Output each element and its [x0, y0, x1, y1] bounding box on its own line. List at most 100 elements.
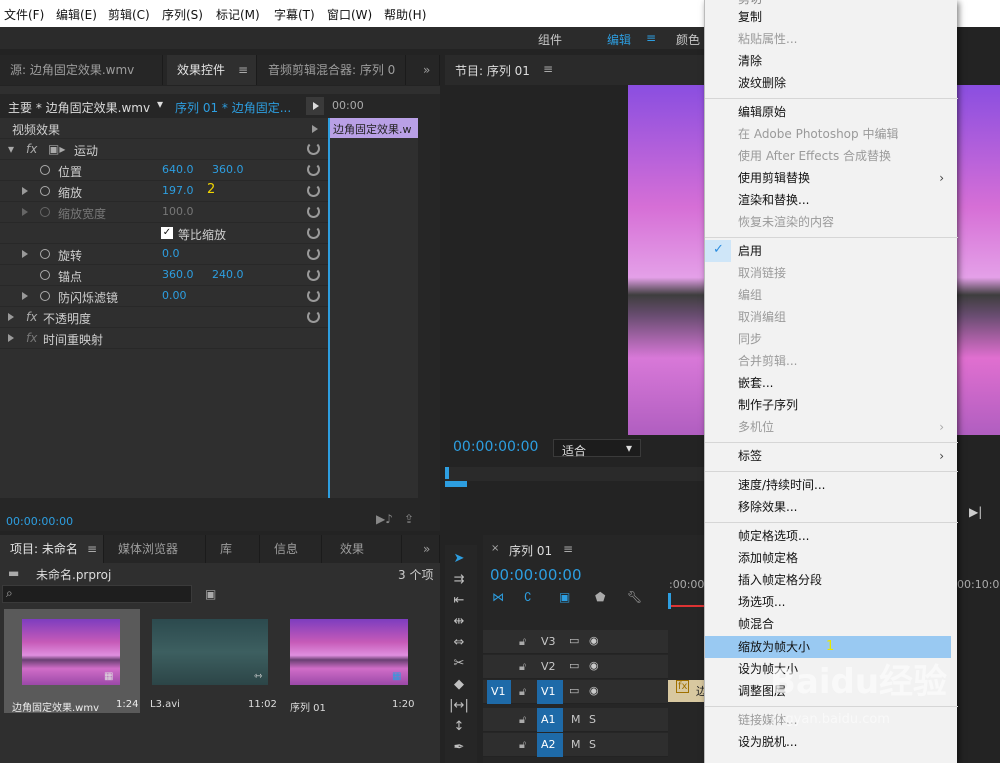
expand-icon[interactable] — [22, 187, 28, 195]
project-item[interactable]: ⇿ L3.avi 11:02 — [142, 609, 278, 713]
overflow-icon[interactable]: » — [415, 535, 440, 563]
track-select-tool-icon[interactable]: ⇉ — [449, 572, 469, 590]
stopwatch-icon[interactable] — [40, 270, 50, 280]
menu-item-add-frame-hold[interactable]: 添加帧定格 — [705, 547, 958, 569]
position-y-value[interactable]: 360.0 — [212, 163, 244, 176]
reset-icon[interactable] — [307, 163, 320, 176]
wrench-icon[interactable]: 🔧︎ — [627, 590, 642, 604]
rate-stretch-tool-icon[interactable]: ⇔ — [449, 635, 469, 653]
reset-icon[interactable] — [307, 310, 320, 323]
sync-lock-icon[interactable]: ▭ — [569, 634, 579, 647]
mini-scrollbar[interactable] — [418, 118, 440, 498]
menu-item-nest[interactable]: 嵌套... — [705, 372, 958, 394]
panel-menu-icon[interactable]: ≡ — [238, 55, 248, 85]
menu-item-render-replace[interactable]: 渲染和替换... — [705, 189, 958, 211]
menu-sequence[interactable]: 序列(S) — [162, 6, 203, 23]
export-icon[interactable]: ⇪ — [404, 512, 414, 526]
panel-menu-icon[interactable]: ≡ — [87, 535, 97, 563]
fx-icon[interactable]: fx — [26, 142, 37, 156]
target-a1[interactable]: A1 — [537, 708, 563, 732]
program-playhead[interactable] — [445, 467, 449, 479]
effect-time-remap[interactable]: fx 时间重映射 — [0, 328, 328, 349]
timeline-clip[interactable]: fx 边 — [668, 680, 707, 702]
effect-opacity[interactable]: fx 不透明度 — [0, 307, 328, 328]
fx-icon[interactable]: fx — [26, 310, 37, 324]
razor-tool-icon[interactable]: ✂ — [449, 656, 469, 674]
menu-item-label[interactable]: 标签 › — [705, 445, 958, 467]
rotation-value[interactable]: 0.0 — [162, 247, 180, 260]
tab-project[interactable]: 项目: 未命名 ≡ — [0, 535, 104, 563]
timeline-title[interactable]: 序列 01 — [509, 542, 552, 559]
tab-effect-controls[interactable]: 效果控件 ≡ — [167, 55, 257, 85]
footer-timecode[interactable]: 00:00:00:00 — [6, 515, 73, 528]
expand-icon[interactable] — [8, 334, 14, 342]
effect-motion[interactable]: ▾ fx ▣▸ 运动 — [0, 139, 328, 160]
lock-icon[interactable]: 🔓︎ — [519, 685, 526, 699]
tab-source[interactable]: 源: 边角固定效果.wmv — [0, 55, 163, 85]
panel-menu-icon[interactable]: ≡ — [543, 62, 553, 76]
menu-item-edit-original[interactable]: 编辑原始 — [705, 101, 958, 123]
solo-icon[interactable]: S — [589, 713, 596, 726]
position-x-value[interactable]: 640.0 — [162, 163, 194, 176]
menu-item-insert-frame-hold-segment[interactable]: 插入帧定格分段 — [705, 569, 958, 591]
menu-item-edit-in-photoshop[interactable]: 在 Adobe Photoshop 中编辑 — [705, 123, 958, 145]
eye-icon[interactable]: ◉ — [589, 684, 599, 697]
track-a1[interactable]: 🔓︎ A1 M S — [483, 708, 668, 732]
expand-icon[interactable] — [22, 292, 28, 300]
menu-item-group[interactable]: 编组 — [705, 284, 958, 306]
source-patch-v1[interactable]: V1 — [487, 680, 511, 704]
reset-icon[interactable] — [307, 205, 320, 218]
tab-libraries[interactable]: 库 — [210, 535, 260, 563]
eye-icon[interactable]: ◉ — [589, 634, 599, 647]
menu-item-ungroup[interactable]: 取消编组 — [705, 306, 958, 328]
menu-item-replace-with-ae[interactable]: 使用 After Effects 合成替换 — [705, 145, 958, 167]
add-marker-icon[interactable]: ▣ — [559, 590, 570, 604]
menu-item-restore-unrendered[interactable]: 恢复未渲染的内容 — [705, 211, 958, 233]
sync-lock-icon[interactable]: ▭ — [569, 659, 579, 672]
video-frame[interactable] — [628, 85, 704, 435]
sync-lock-icon[interactable]: ▭ — [569, 684, 579, 697]
transform-icon[interactable]: ▣▸ — [48, 142, 65, 156]
mini-ruler[interactable]: 00:00 — [328, 94, 440, 118]
menu-item-remove-effects[interactable]: 移除效果... — [705, 496, 958, 518]
master-clip-label[interactable]: 主要 * 边角固定效果.wmv — [8, 99, 150, 116]
tab-effects[interactable]: 效果 — [330, 535, 402, 563]
lock-icon[interactable]: 🔓︎ — [519, 635, 526, 649]
track-a2[interactable]: 🔓︎ A2 M S — [483, 733, 668, 757]
expand-icon[interactable] — [22, 208, 28, 216]
anchor-x-value[interactable]: 360.0 — [162, 268, 194, 281]
menu-item-frame-blend[interactable]: 帧混合 — [705, 613, 958, 635]
track-v2[interactable]: 🔓︎ V2 ▭ ◉ — [483, 655, 668, 679]
menu-item-paste-attributes[interactable]: 粘贴属性... — [705, 28, 958, 50]
track-v3[interactable]: 🔓︎ V3 ▭ ◉ — [483, 630, 668, 654]
snap-icon[interactable]: ⋈ — [492, 590, 504, 604]
menu-item-make-subsequence[interactable]: 制作子序列 — [705, 394, 958, 416]
lock-icon[interactable]: 🔓︎ — [519, 713, 526, 727]
step-forward-icon[interactable]: ▶| — [969, 505, 982, 519]
menu-item-ripple-delete[interactable]: 波纹删除 — [705, 72, 958, 94]
menu-item-unlink[interactable]: 取消链接 — [705, 262, 958, 284]
workspace-editing[interactable]: 编辑 — [607, 31, 631, 48]
program-timecode[interactable]: 00:00:00:00 — [453, 439, 538, 455]
lock-icon[interactable]: 🔓︎ — [519, 660, 526, 674]
lock-icon[interactable]: 🔓︎ — [519, 738, 526, 752]
stopwatch-icon[interactable] — [40, 186, 50, 196]
panel-menu-icon[interactable]: ≡ — [563, 542, 573, 556]
tab-info[interactable]: 信息 — [264, 535, 322, 563]
mini-clip-bar[interactable]: 边角固定效果.w — [328, 118, 418, 138]
filter-play-icon[interactable]: ▶♪ — [376, 512, 393, 526]
zoom-handle[interactable] — [445, 481, 467, 487]
menu-item-merge-clips[interactable]: 合并剪辑... — [705, 350, 958, 372]
stopwatch-icon[interactable] — [40, 165, 50, 175]
project-item[interactable]: ▦ 边角固定效果.wmv 1:24 — [4, 609, 140, 714]
expand-icon[interactable] — [22, 250, 28, 258]
expand-icon[interactable] — [8, 313, 14, 321]
workspace-assembly[interactable]: 组件 — [538, 31, 562, 48]
scroll-up-icon[interactable] — [312, 125, 318, 133]
track-v1[interactable]: V1 🔓︎ V1 ▭ ◉ — [483, 680, 668, 704]
menu-clip[interactable]: 剪辑(C) — [108, 6, 150, 23]
tab-audio-mixer[interactable]: 音频剪辑混合器: 序列 0 — [258, 55, 406, 85]
hand-tool-icon[interactable]: ✒ — [449, 740, 469, 758]
menu-item-copy[interactable]: 复制 — [705, 6, 958, 28]
menu-item-field-options[interactable]: 场选项... — [705, 591, 958, 613]
